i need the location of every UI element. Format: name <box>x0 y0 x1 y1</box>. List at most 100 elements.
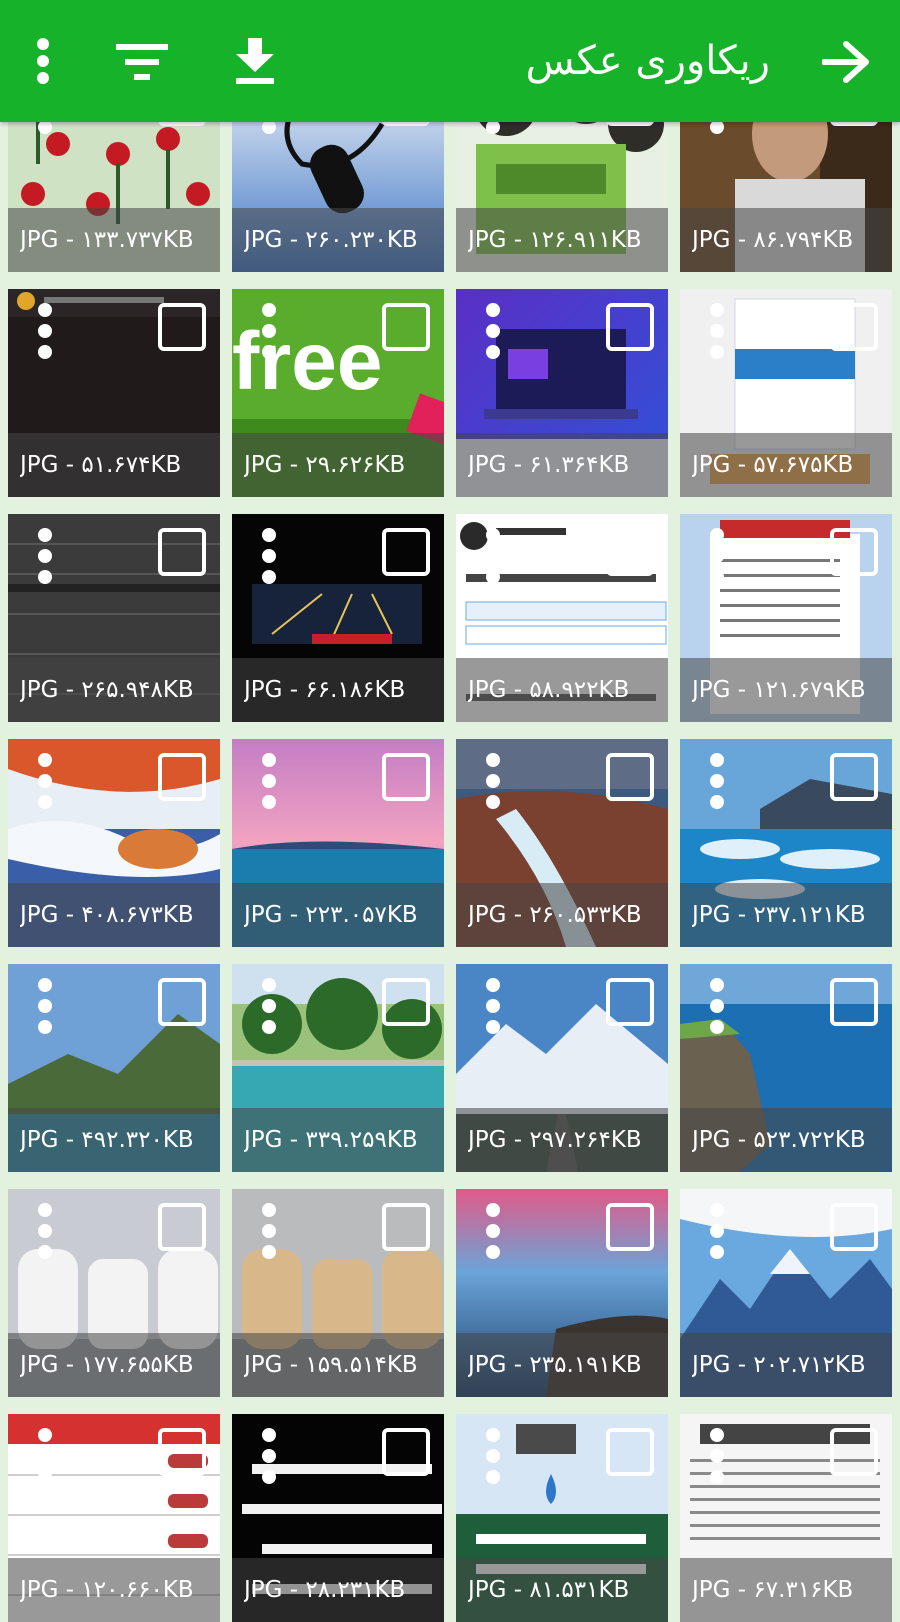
select-checkbox[interactable] <box>382 1428 430 1476</box>
caption-overlay: JPG - ۲۹۷.۲۶۴KB <box>456 1108 668 1172</box>
photo-tile[interactable]: JPG - ۲۶۰.۵۳۳KB <box>456 739 668 947</box>
select-checkbox[interactable] <box>382 303 430 351</box>
caption-overlay: JPG - ۱۲۱.۶۷۹KB <box>680 658 892 722</box>
photo-tile[interactable]: JPG - ۵۸.۹۲۲KB <box>456 514 668 722</box>
more-vert-icon[interactable] <box>38 528 52 588</box>
photo-tile[interactable]: JPG - ۶۷.۳۱۶KB <box>680 1414 892 1622</box>
arrow-forward-icon[interactable] <box>822 40 870 84</box>
caption-overlay: JPG - ۶۷.۳۱۶KB <box>680 1558 892 1622</box>
photo-tile[interactable]: JPG - ۶۶.۱۸۶KB <box>232 514 444 722</box>
caption-overlay: JPG - ۱۵۹.۵۱۴KB <box>232 1333 444 1397</box>
photo-grid: JPG - ۱۳۳.۷۳۷KB JPG - ۲۶۰.۲۳۰KB JPG - ۱۲۶.… <box>0 0 900 1622</box>
file-caption: JPG - ۶۶.۱۸۶KB <box>244 677 406 703</box>
select-checkbox[interactable] <box>158 1203 206 1251</box>
more-vert-icon[interactable] <box>38 753 52 813</box>
select-checkbox[interactable] <box>158 528 206 576</box>
select-checkbox[interactable] <box>606 753 654 801</box>
page-title: ریکاوری عکس <box>525 38 770 84</box>
photo-tile[interactable]: JPG - ۲۳۵.۱۹۱KB <box>456 1189 668 1397</box>
more-vert-icon[interactable] <box>486 1428 500 1488</box>
select-checkbox[interactable] <box>830 1428 878 1476</box>
select-checkbox[interactable] <box>382 528 430 576</box>
more-vert-icon[interactable] <box>710 528 724 588</box>
more-vert-icon[interactable] <box>710 753 724 813</box>
file-caption: JPG - ۵۲۳.۷۲۲KB <box>692 1127 866 1153</box>
more-vert-icon[interactable] <box>486 753 500 813</box>
more-vert-icon[interactable] <box>486 978 500 1038</box>
select-checkbox[interactable] <box>830 303 878 351</box>
caption-overlay: JPG - ۵۷.۶۷۵KB <box>680 433 892 497</box>
svg-text:free: free <box>232 316 382 407</box>
photo-tile[interactable]: JPG - ۲۶۵.۹۴۸KB <box>8 514 220 722</box>
photo-tile[interactable]: JPG - ۱۲۱.۶۷۹KB <box>680 514 892 722</box>
more-vert-icon[interactable] <box>262 1203 276 1263</box>
photo-tile[interactable]: JPG - ۲۳۷.۱۲۱KB <box>680 739 892 947</box>
file-caption: JPG - ۸۶.۷۹۴KB <box>692 227 854 253</box>
caption-overlay: JPG - ۱۲۰.۶۶۰KB <box>8 1558 220 1622</box>
select-checkbox[interactable] <box>606 978 654 1026</box>
photo-tile[interactable]: JPG - ۴۹۲.۳۲۰KB <box>8 964 220 1172</box>
more-vert-icon[interactable] <box>486 1203 500 1263</box>
more-vert-icon[interactable] <box>486 528 500 588</box>
more-vert-icon[interactable] <box>38 978 52 1038</box>
photo-tile[interactable]: JPG - ۲۲۳.۰۵۷KB <box>232 739 444 947</box>
more-vert-icon[interactable] <box>710 303 724 363</box>
more-vert-icon[interactable] <box>710 1203 724 1263</box>
file-caption: JPG - ۲۳۷.۱۲۱KB <box>692 902 866 928</box>
caption-overlay: JPG - ۱۳۳.۷۳۷KB <box>8 208 220 272</box>
select-checkbox[interactable] <box>830 978 878 1026</box>
select-checkbox[interactable] <box>158 303 206 351</box>
photo-tile[interactable]: JPG - ۵۷.۶۷۵KB <box>680 289 892 497</box>
file-caption: JPG - ۲۶۰.۵۳۳KB <box>468 902 642 928</box>
caption-overlay: JPG - ۸۱.۵۳۱KB <box>456 1558 668 1622</box>
more-vert-icon[interactable] <box>28 36 58 86</box>
file-caption: JPG - ۱۳۳.۷۳۷KB <box>20 227 194 253</box>
caption-overlay: JPG - ۲۸.۲۳۱KB <box>232 1558 444 1622</box>
select-checkbox[interactable] <box>158 1428 206 1476</box>
more-vert-icon[interactable] <box>38 1203 52 1263</box>
select-checkbox[interactable] <box>606 303 654 351</box>
more-vert-icon[interactable] <box>262 978 276 1038</box>
select-checkbox[interactable] <box>606 528 654 576</box>
photo-tile[interactable]: JPG - ۴۰۸.۶۷۳KB <box>8 739 220 947</box>
photo-tile[interactable]: JPG - ۵۲۳.۷۲۲KB <box>680 964 892 1172</box>
photo-tile[interactable]: JPG - ۱۵۹.۵۱۴KB <box>232 1189 444 1397</box>
select-checkbox[interactable] <box>158 978 206 1026</box>
photo-tile[interactable]: JPG - ۳۳۹.۲۵۹KB <box>232 964 444 1172</box>
select-checkbox[interactable] <box>830 528 878 576</box>
select-checkbox[interactable] <box>382 1203 430 1251</box>
file-caption: JPG - ۱۷۷.۶۵۵KB <box>20 1352 194 1378</box>
more-vert-icon[interactable] <box>262 303 276 363</box>
more-vert-icon[interactable] <box>486 303 500 363</box>
select-checkbox[interactable] <box>382 978 430 1026</box>
photo-tile[interactable]: JPG - ۶۱.۳۶۴KB <box>456 289 668 497</box>
caption-overlay: JPG - ۲۶۵.۹۴۸KB <box>8 658 220 722</box>
select-checkbox[interactable] <box>158 753 206 801</box>
more-vert-icon[interactable] <box>262 753 276 813</box>
more-vert-icon[interactable] <box>710 1428 724 1488</box>
more-vert-icon[interactable] <box>710 978 724 1038</box>
photo-tile[interactable]: JPG - ۲۹۷.۲۶۴KB <box>456 964 668 1172</box>
photo-tile[interactable]: JPG - ۱۷۷.۶۵۵KB <box>8 1189 220 1397</box>
select-checkbox[interactable] <box>830 1203 878 1251</box>
select-checkbox[interactable] <box>606 1428 654 1476</box>
caption-overlay: JPG - ۸۶.۷۹۴KB <box>680 208 892 272</box>
file-caption: JPG - ۲۹۷.۲۶۴KB <box>468 1127 642 1153</box>
download-icon[interactable] <box>234 38 276 86</box>
more-vert-icon[interactable] <box>38 1428 52 1488</box>
photo-tile[interactable]: JPG - ۲۸.۲۳۱KB <box>232 1414 444 1622</box>
more-vert-icon[interactable] <box>38 303 52 363</box>
select-checkbox[interactable] <box>382 753 430 801</box>
photo-tile[interactable]: JPG - ۱۲۰.۶۶۰KB <box>8 1414 220 1622</box>
caption-overlay: JPG - ۵۱.۶۷۴KB <box>8 433 220 497</box>
select-checkbox[interactable] <box>606 1203 654 1251</box>
photo-tile[interactable]: JPG - ۸۱.۵۳۱KB <box>456 1414 668 1622</box>
photo-tile[interactable]: JPG - ۲۰۲.۷۱۲KB <box>680 1189 892 1397</box>
filter-icon[interactable] <box>116 42 168 82</box>
select-checkbox[interactable] <box>830 753 878 801</box>
more-vert-icon[interactable] <box>262 528 276 588</box>
photo-tile[interactable]: JPG - ۵۱.۶۷۴KB <box>8 289 220 497</box>
more-vert-icon[interactable] <box>262 1428 276 1488</box>
caption-overlay: JPG - ۲۶۰.۵۳۳KB <box>456 883 668 947</box>
photo-tile[interactable]: free JPG - ۲۹.۶۲۶KB <box>232 289 444 497</box>
